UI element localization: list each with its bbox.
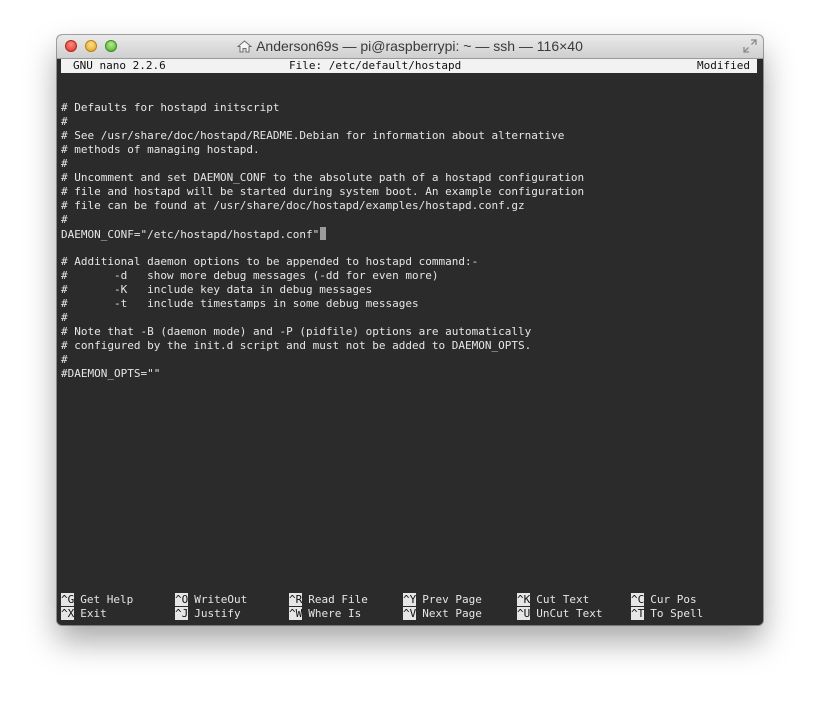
shortcut-label: WriteOut — [194, 593, 248, 606]
shortcut-label: UnCut Text — [536, 607, 603, 620]
editor-line-text: # -K include key data in debug messages — [61, 283, 373, 296]
shortcut-key: ^Y — [403, 593, 417, 606]
window-title: Anderson69s — pi@raspberrypi: ~ — ssh — … — [256, 38, 583, 54]
shortcut-justify[interactable]: ^J Justify — [175, 607, 241, 621]
editor-line-text: # -t include timestamps in some debug me… — [61, 297, 419, 310]
editor-line[interactable]: # Defaults for hostapd initscript — [61, 101, 584, 115]
shortcut-label: Exit — [80, 607, 107, 620]
editor-line[interactable]: # — [61, 115, 584, 129]
shortcut-key: ^V — [403, 607, 417, 620]
editor-line-text: # — [61, 353, 68, 366]
editor-line-text: # See /usr/share/doc/hostapd/README.Debi… — [61, 129, 565, 142]
shortcut-prev-page[interactable]: ^Y Prev Page — [403, 593, 482, 607]
shortcut-label: Next Page — [422, 607, 482, 620]
title-bar[interactable]: Anderson69s — pi@raspberrypi: ~ — ssh — … — [57, 35, 763, 59]
home-icon — [237, 40, 253, 53]
shortcut-label: Where Is — [308, 607, 362, 620]
editor-line[interactable]: # configured by the init.d script and mu… — [61, 339, 584, 353]
editor-buffer[interactable]: # Defaults for hostapd initscript # # See … — [61, 87, 584, 381]
shortcut-uncut-text[interactable]: ^U UnCut Text — [517, 607, 602, 621]
shortcut-to-spell[interactable]: ^T To Spell — [631, 607, 703, 621]
shortcut-key: ^K — [517, 593, 531, 606]
shortcut-key: ^U — [517, 607, 531, 620]
nano-header: GNU nano 2.2.6 File: /etc/default/hostap… — [61, 59, 757, 73]
shortcut-key: ^C — [631, 593, 645, 606]
nano-modified-status: Modified — [697, 59, 750, 72]
editor-line-text: # — [61, 115, 68, 128]
editor-line-text: # — [61, 311, 68, 324]
editor-line[interactable]: # file can be found at /usr/share/doc/ho… — [61, 199, 584, 213]
editor-line-text: # -d show more debug messages (-dd for e… — [61, 269, 439, 282]
shortcut-cut-text[interactable]: ^K Cut Text — [517, 593, 589, 607]
editor-line-text: # Defaults for hostapd initscript — [61, 101, 280, 114]
shortcut-exit[interactable]: ^X Exit — [61, 607, 107, 621]
terminal-content[interactable]: GNU nano 2.2.6 File: /etc/default/hostap… — [57, 59, 763, 625]
shortcut-get-help[interactable]: ^G Get Help — [61, 593, 133, 607]
editor-line[interactable]: # — [61, 353, 584, 367]
shortcut-label: Cut Text — [536, 593, 590, 606]
editor-line[interactable]: # Uncomment and set DAEMON_CONF to the a… — [61, 171, 584, 185]
editor-line-text: # file and hostapd will be started durin… — [61, 185, 585, 198]
editor-line[interactable]: # Additional daemon options to be append… — [61, 255, 584, 269]
editor-line-text: # methods of managing hostapd. — [61, 143, 260, 156]
terminal-window: Anderson69s — pi@raspberrypi: ~ — ssh — … — [57, 35, 763, 625]
shortcut-next-page[interactable]: ^V Next Page — [403, 607, 482, 621]
editor-line[interactable]: # methods of managing hostapd. — [61, 143, 584, 157]
nano-shortcut-bar: ^G Get Help ^O WriteOut ^R Read File ^Y Prev Pa… — [61, 593, 761, 621]
fullscreen-icon[interactable] — [743, 39, 757, 53]
nano-filename: File: /etc/default/hostapd — [289, 59, 462, 72]
shortcut-key: ^T — [631, 607, 645, 620]
text-cursor — [320, 227, 327, 240]
shortcut-label: Prev Page — [422, 593, 482, 606]
editor-line-text: #DAEMON_OPTS="" — [61, 367, 161, 380]
editor-line[interactable]: # — [61, 157, 584, 171]
editor-line-text: # configured by the init.d script and mu… — [61, 339, 532, 352]
shortcut-cur-pos[interactable]: ^C Cur Pos — [631, 593, 697, 607]
editor-line-text: # — [61, 213, 68, 226]
editor-line[interactable]: # Note that -B (daemon mode) and -P (pid… — [61, 325, 584, 339]
editor-line[interactable]: # file and hostapd will be started durin… — [61, 185, 584, 199]
editor-line[interactable]: # -K include key data in debug messages — [61, 283, 584, 297]
shortcut-key: ^W — [289, 607, 303, 620]
shortcut-label: To Spell — [650, 607, 704, 620]
editor-line[interactable]: # -t include timestamps in some debug me… — [61, 297, 584, 311]
editor-line-text: # Note that -B (daemon mode) and -P (pid… — [61, 325, 532, 338]
editor-line[interactable]: # -d show more debug messages (-dd for e… — [61, 269, 584, 283]
editor-line[interactable] — [61, 241, 584, 255]
editor-line-text: # file can be found at /usr/share/doc/ho… — [61, 199, 525, 212]
shortcut-key: ^O — [175, 593, 189, 606]
editor-line[interactable] — [61, 87, 584, 101]
window-title-wrap: Anderson69s — pi@raspberrypi: ~ — ssh — … — [57, 38, 763, 54]
shortcut-label: Cur Pos — [650, 593, 697, 606]
editor-line-text: # Additional daemon options to be append… — [61, 255, 479, 268]
editor-line-text: # Uncomment and set DAEMON_CONF to the a… — [61, 171, 585, 184]
editor-line[interactable]: DAEMON_CONF="/etc/hostapd/hostapd.conf" — [61, 227, 584, 241]
shortcut-label: Get Help — [80, 593, 134, 606]
editor-line[interactable]: #DAEMON_OPTS="" — [61, 367, 584, 381]
shortcut-key: ^X — [61, 607, 75, 620]
nano-version: GNU nano 2.2.6 — [73, 59, 166, 72]
editor-line[interactable]: # — [61, 311, 584, 325]
shortcut-where-is[interactable]: ^W Where Is — [289, 607, 361, 621]
shortcut-label: Read File — [308, 593, 368, 606]
editor-line-text: DAEMON_CONF="/etc/hostapd/hostapd.conf" — [61, 228, 320, 241]
shortcut-key: ^J — [175, 607, 189, 620]
editor-line[interactable]: # See /usr/share/doc/hostapd/README.Debi… — [61, 129, 584, 143]
editor-line[interactable]: # — [61, 213, 584, 227]
shortcut-label: Justify — [194, 607, 241, 620]
shortcut-key: ^G — [61, 593, 75, 606]
shortcut-read-file[interactable]: ^R Read File — [289, 593, 368, 607]
shortcut-key: ^R — [289, 593, 303, 606]
editor-line-text: # — [61, 157, 68, 170]
shortcut-writeout[interactable]: ^O WriteOut — [175, 593, 247, 607]
